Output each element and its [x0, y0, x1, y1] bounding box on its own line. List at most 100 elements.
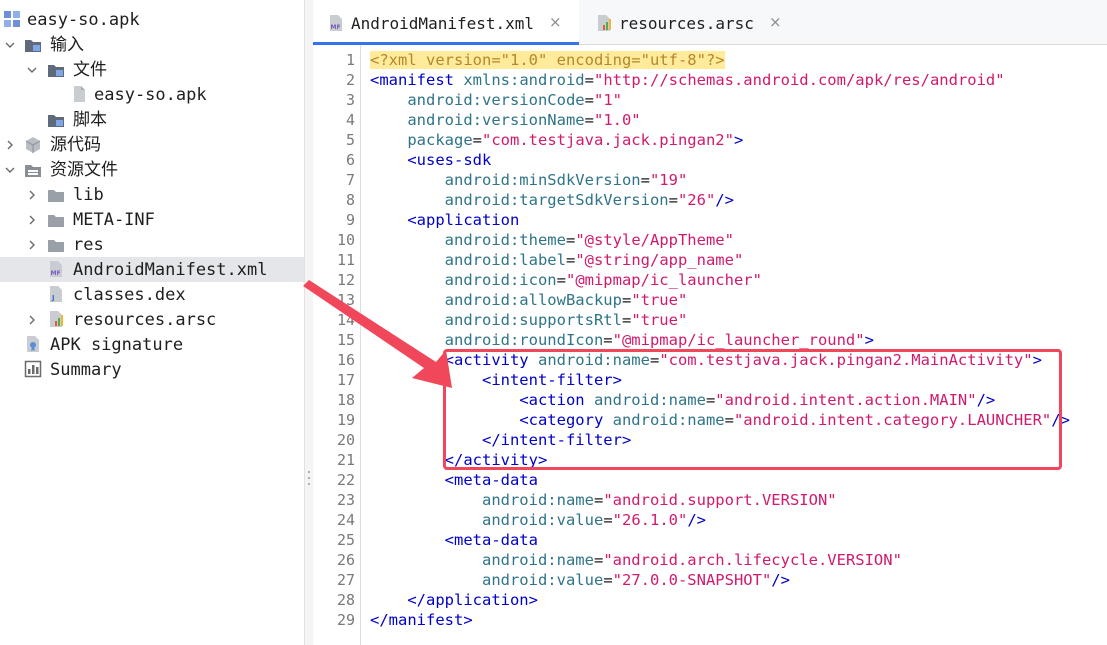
code-line: android:targetSdkVersion="26"/>	[370, 190, 734, 210]
tree-item-input[interactable]: 输入	[0, 32, 304, 57]
tree-item-summary[interactable]: Summary	[0, 357, 304, 382]
svg-text:MF: MF	[331, 24, 341, 31]
project-tree: easy-so.apk 输入 文件 easy-so.apk 脚本 源代码 资源文…	[0, 0, 305, 645]
arsc-file-icon	[595, 14, 613, 32]
folder-icon	[47, 186, 65, 204]
line-number: 26	[336, 551, 355, 569]
tree-item-root[interactable]: easy-so.apk	[0, 7, 304, 32]
code-line: android:versionCode="1"	[370, 90, 622, 110]
code-token: =	[640, 171, 650, 189]
code-token: <manifest	[370, 71, 464, 89]
splitter-grip-dot	[308, 477, 310, 479]
manifest-file-icon: MF	[47, 260, 65, 278]
code-token: "@mipmap/ic_launcher_round"	[612, 331, 865, 349]
line-number: 9	[345, 211, 355, 229]
tree-label-apk-file: easy-so.apk	[94, 84, 207, 105]
chevron-right-icon[interactable]	[25, 188, 39, 202]
manifest-file-icon: MF	[327, 14, 345, 32]
tree-label-input: 输入	[50, 34, 84, 55]
code-token: =	[621, 291, 632, 309]
code-token: <application	[407, 211, 520, 229]
tree-item-res[interactable]: res	[0, 232, 304, 257]
tree-item-source-code[interactable]: 源代码	[0, 132, 304, 157]
code-token: =	[621, 311, 632, 329]
tree-item-meta-inf[interactable]: META-INF	[0, 207, 304, 232]
line-number: 18	[336, 391, 355, 409]
code-token: =	[565, 251, 576, 269]
chevron-right-icon[interactable]	[25, 238, 39, 252]
tree-item-arsc[interactable]: resources.arsc	[0, 307, 304, 332]
tree-label-source-code: 源代码	[50, 134, 101, 155]
chevron-right-icon[interactable]	[25, 313, 39, 327]
code-token: <?xml version="1.0" encoding="utf-8"?>	[370, 51, 725, 69]
code-token: android:name	[481, 491, 594, 509]
code-token: android:versionCode	[407, 91, 585, 109]
close-icon[interactable]: ×	[549, 13, 562, 31]
chevron-down-icon[interactable]	[3, 163, 17, 177]
tree-label-classes: classes.dex	[73, 284, 186, 305]
line-number: 8	[345, 191, 355, 209]
panel-splitter[interactable]	[305, 0, 313, 645]
file-icon	[70, 85, 88, 103]
tree-label-scripts: 脚本	[73, 109, 107, 130]
code-token: =	[472, 131, 482, 149]
line-number: 23	[336, 491, 355, 509]
tree-item-apk-file[interactable]: easy-so.apk	[0, 82, 304, 107]
tree-label-lib: lib	[73, 184, 104, 205]
tab-android-manifest[interactable]: MF AndroidManifest.xml ×	[313, 0, 579, 45]
line-number: 2	[345, 71, 355, 89]
close-icon[interactable]: ×	[769, 13, 782, 31]
tree-item-apk-signature[interactable]: APK signature	[0, 332, 304, 357]
chevron-right-icon[interactable]	[3, 138, 17, 152]
code-line: <application	[370, 210, 519, 230]
code-token: "1"	[593, 91, 622, 109]
folder-icon	[47, 236, 65, 254]
tab-resources-arsc[interactable]: resources.arsc ×	[581, 0, 801, 44]
folder-icon	[47, 211, 65, 229]
tree-label-meta-inf: META-INF	[73, 209, 155, 230]
code-line: android:theme="@style/AppTheme"	[370, 230, 734, 250]
tree-item-manifest[interactable]: MF AndroidManifest.xml	[0, 257, 304, 282]
line-number: 29	[336, 611, 355, 629]
chevron-down-icon[interactable]	[25, 63, 39, 77]
code-token: "true"	[631, 311, 688, 329]
code-token: "true"	[631, 291, 688, 309]
package-cube-icon	[24, 136, 42, 154]
code-line: android:name="android.support.VERSION"	[370, 490, 837, 510]
chevron-right-icon[interactable]	[25, 213, 39, 227]
code-token: android:theme	[444, 231, 566, 249]
code-editor[interactable]: 1 2 3 4 5 6 7 8 9 10 11 12 13 14 15 16 17 18 19 20 21 22 23 24 2…	[313, 45, 1107, 645]
line-number: 25	[336, 531, 355, 549]
code-token: <meta-data	[444, 531, 538, 549]
line-number: 15	[336, 331, 355, 349]
tree-label-arsc: resources.arsc	[73, 309, 217, 330]
line-number: 21	[336, 451, 355, 469]
code-token: "1.0"	[593, 111, 641, 129]
line-number: 11	[336, 251, 355, 269]
code-token: =	[603, 331, 613, 349]
tree-label-root: easy-so.apk	[27, 9, 140, 30]
code-token: <uses-sdk	[407, 151, 492, 169]
code-token: android:icon	[444, 271, 557, 289]
line-number: 16	[336, 351, 355, 369]
tree-item-files[interactable]: 文件	[0, 57, 304, 82]
chevron-down-icon[interactable]	[3, 38, 17, 52]
code-line: android:value="26.1.0"/>	[370, 510, 706, 530]
code-token: <meta-data	[444, 471, 538, 489]
line-number: 22	[336, 471, 355, 489]
tree-item-resources[interactable]: 资源文件	[0, 157, 304, 182]
tree-item-classes[interactable]: J classes.dex	[0, 282, 304, 307]
java-file-icon: J	[47, 285, 65, 303]
code-token: =	[603, 571, 613, 589]
tree-item-scripts[interactable]: 脚本	[0, 107, 304, 132]
tree-label-files: 文件	[73, 59, 107, 80]
code-line: </application>	[370, 590, 538, 610]
line-number: 5	[345, 131, 355, 149]
tree-item-lib[interactable]: lib	[0, 182, 304, 207]
